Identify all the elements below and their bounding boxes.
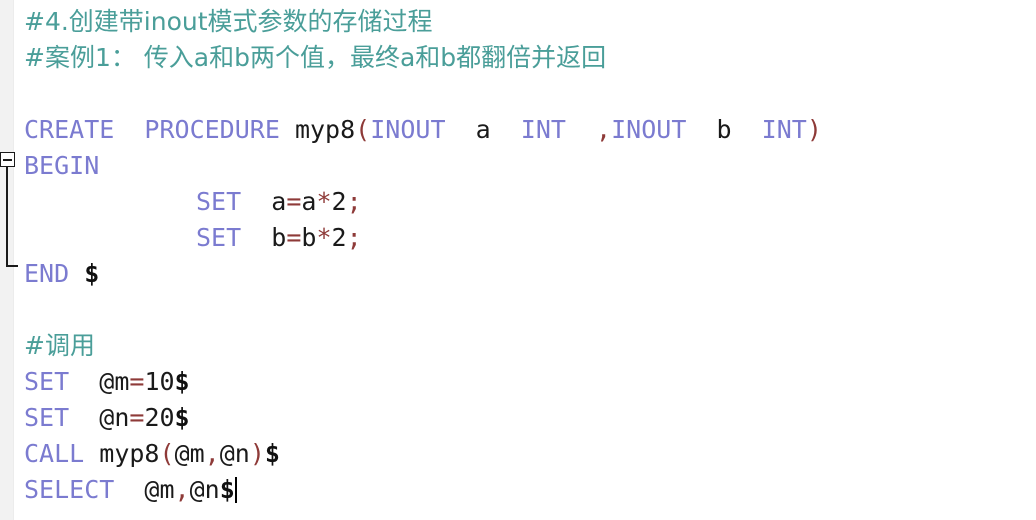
token-punct: (: [159, 439, 175, 468]
token-punct: =: [129, 367, 145, 396]
token-num: 2: [331, 223, 347, 252]
token-comment: #调用: [24, 331, 95, 360]
token-kw: SELECT: [24, 475, 115, 504]
token-punct: =: [286, 223, 302, 252]
minus-square-icon[interactable]: [0, 152, 15, 167]
token-ident: myp8: [294, 115, 356, 144]
token-kw: END: [24, 259, 70, 288]
token-num: 2: [331, 187, 347, 216]
token-punct: ,: [596, 115, 612, 144]
token-punct: ;: [346, 223, 362, 252]
token-term: $: [174, 403, 190, 432]
token-kw: INT: [520, 115, 566, 144]
code-content[interactable]: #4.创建带inout模式参数的存储过程 #案例1： 传入a和b两个值，最终a和b…: [14, 0, 1036, 520]
code-line[interactable]: SET b=b*2;: [196, 220, 362, 256]
sql-code-editor[interactable]: #4.创建带inout模式参数的存储过程 #案例1： 传入a和b两个值，最终a和b…: [0, 0, 1036, 520]
token-kw: SET: [24, 367, 70, 396]
code-line[interactable]: SELECT @m,@n$: [24, 472, 237, 508]
token-var: @n: [99, 403, 130, 432]
token-ident: a: [271, 187, 287, 216]
token-kw: SET: [196, 223, 242, 252]
token-comment: #4.创建带inout模式参数的存储过程: [24, 7, 433, 36]
fold-connector-line: [6, 167, 8, 267]
token-num: 20: [144, 403, 175, 432]
token-term: $: [219, 475, 235, 504]
token-ident: b: [716, 115, 732, 144]
token-kw: SET: [24, 403, 70, 432]
token-punct: (: [355, 115, 371, 144]
code-line[interactable]: #案例1： 传入a和b两个值，最终a和b都翻倍并返回: [24, 40, 606, 76]
token-punct: *: [316, 187, 332, 216]
token-num: 10: [144, 367, 175, 396]
code-line[interactable]: #4.创建带inout模式参数的存储过程: [24, 4, 433, 40]
token-comment: #案例1： 传入a和b两个值，最终a和b都翻倍并返回: [24, 43, 607, 72]
token-kw: CALL: [24, 439, 85, 468]
token-kw: SET: [196, 187, 242, 216]
token-punct: ): [249, 439, 265, 468]
token-ident: a: [475, 115, 491, 144]
code-line[interactable]: #调用: [24, 328, 95, 364]
code-line[interactable]: CREATE PROCEDURE myp8(INOUT a INT ,INOUT…: [24, 112, 822, 148]
token-kw: CREATE: [24, 115, 115, 144]
token-ident: b: [271, 223, 287, 252]
token-kw: INOUT: [370, 115, 446, 144]
token-kw: INOUT: [611, 115, 687, 144]
token-punct: ,: [174, 475, 190, 504]
token-punct: ): [806, 115, 822, 144]
token-term: $: [264, 439, 280, 468]
token-term: $: [84, 259, 100, 288]
code-line[interactable]: CALL myp8(@m,@n)$: [24, 436, 280, 472]
token-punct: ;: [346, 187, 362, 216]
code-line[interactable]: BEGIN: [24, 148, 99, 184]
text-caret: [234, 477, 237, 503]
token-kw: BEGIN: [24, 151, 100, 180]
code-line[interactable]: END $: [24, 256, 99, 292]
token-ident: b: [301, 223, 317, 252]
token-var: @m: [174, 439, 205, 468]
code-line[interactable]: SET @n=20$: [24, 400, 190, 436]
token-kw: PROCEDURE: [144, 115, 280, 144]
token-var: @n: [189, 475, 220, 504]
token-term: $: [174, 367, 190, 396]
code-line[interactable]: SET @m=10$: [24, 364, 190, 400]
token-var: @m: [144, 475, 175, 504]
token-kw: INT: [761, 115, 807, 144]
token-var: @n: [219, 439, 250, 468]
code-line[interactable]: SET a=a*2;: [196, 184, 362, 220]
token-ident: a: [301, 187, 317, 216]
token-punct: ,: [204, 439, 220, 468]
token-punct: =: [286, 187, 302, 216]
token-var: @m: [99, 367, 130, 396]
token-punct: *: [316, 223, 332, 252]
token-ident: myp8: [99, 439, 160, 468]
token-punct: =: [129, 403, 145, 432]
